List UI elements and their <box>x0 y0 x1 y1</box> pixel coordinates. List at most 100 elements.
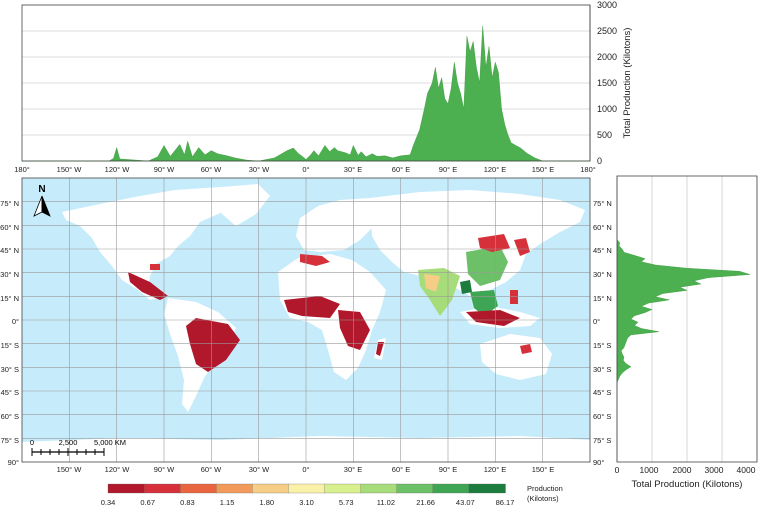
legend-swatch <box>143 483 181 494</box>
top-x-tick: 90° E <box>439 165 457 174</box>
top-chart: 0 500 1000 1500 2000 2500 3000 Total Pro… <box>14 0 633 174</box>
lat-label: 0° <box>593 317 600 326</box>
legend-title-line1: Production <box>527 484 563 493</box>
legend-break-label: 5.73 <box>339 498 354 507</box>
lat-label: 75° N <box>593 199 612 208</box>
right-chart-x-ticks: 0 1000 2000 3000 4000 <box>615 465 756 475</box>
top-y-tick-500: 500 <box>597 130 612 140</box>
world-map: 75° N 60° N 45° N 30° N 15° N 0° 15° S 3… <box>0 177 612 474</box>
lat-label: 30° S <box>593 365 611 374</box>
legend-break-label: 21.66 <box>416 498 435 507</box>
top-x-tick: 60° E <box>392 165 410 174</box>
top-x-tick: 0° <box>302 165 309 174</box>
legend-swatch <box>180 483 217 494</box>
top-x-tick: 120° E <box>484 165 507 174</box>
legend-title-line2: (Kilotons) <box>527 494 559 503</box>
top-y-tick-2500: 2500 <box>597 26 617 36</box>
lon-label: 120° W <box>105 465 131 474</box>
patch-philippines <box>510 290 518 304</box>
scale-label-5000-km: 5,000 KM <box>94 438 126 447</box>
figure-canvas: 0 500 1000 1500 2000 2500 3000 Total Pro… <box>0 0 758 507</box>
legend-break-label: 1.80 <box>259 498 274 507</box>
map-lat-labels-right: 75° N 60° N 45° N 30° N 15° N 0° 15° S 3… <box>593 199 612 467</box>
lat-label: 75° S <box>593 436 611 445</box>
lat-label: 60° N <box>0 223 19 232</box>
map-lat-labels-left: 75° N 60° N 45° N 30° N 15° N 0° 15° S 3… <box>0 199 19 467</box>
scale-label-2500: 2,500 <box>59 438 78 447</box>
right-chart-area-series <box>616 176 751 462</box>
lat-label: 75° N <box>0 199 19 208</box>
top-y-tick-1000: 1000 <box>597 104 617 114</box>
legend-swatches <box>107 483 506 494</box>
lat-label: 45° N <box>0 246 19 255</box>
north-arrow-label: N <box>38 184 45 195</box>
lat-label: 30° N <box>593 270 612 279</box>
top-x-tick: 180° <box>580 165 596 174</box>
right-x-tick: 2000 <box>673 465 692 475</box>
top-x-tick: 150° W <box>57 165 83 174</box>
right-x-tick: 4000 <box>737 465 756 475</box>
legend-swatch <box>324 483 362 494</box>
lon-label: 60° E <box>392 465 410 474</box>
legend-break-label: 11.02 <box>377 498 395 507</box>
top-y-tick-1500: 1500 <box>597 78 617 88</box>
top-chart-x-ticks: 180° 150° W 120° W 90° W 60° W 30° W 0° … <box>14 165 596 174</box>
lon-label: 120° E <box>484 465 507 474</box>
legend-break-label: 0.67 <box>140 498 155 507</box>
figure: 0 500 1000 1500 2000 2500 3000 Total Pro… <box>0 0 760 507</box>
top-x-tick: 30° W <box>249 165 270 174</box>
lon-label: 150° E <box>532 465 555 474</box>
top-x-tick: 30° E <box>344 165 362 174</box>
lat-label: 15° S <box>593 341 611 350</box>
legend-break-label: 0.34 <box>101 498 116 507</box>
top-x-tick: 150° E <box>532 165 555 174</box>
top-chart-y-axis-label: Total Production (Kilotons) <box>622 28 633 139</box>
lat-label: 45° S <box>1 388 19 397</box>
legend-swatch <box>468 483 506 494</box>
lat-label: 45° N <box>593 246 612 255</box>
top-y-tick-2000: 2000 <box>597 52 617 62</box>
top-chart-area-series <box>22 25 590 162</box>
right-chart: 0 1000 2000 3000 4000 Total Production (… <box>615 175 758 490</box>
scale-label-0: 0 <box>30 438 34 447</box>
top-chart-gridlines <box>22 4 590 136</box>
lon-label: 30° E <box>344 465 362 474</box>
lon-label: 30° W <box>249 465 270 474</box>
right-x-tick: 0 <box>615 465 620 475</box>
top-x-tick: 120° W <box>105 165 131 174</box>
top-x-tick: 60° W <box>201 165 222 174</box>
lon-label: 90° E <box>439 465 457 474</box>
right-chart-gridlines <box>651 176 758 462</box>
legend-break-label: 3.10 <box>299 498 314 507</box>
lat-label: 90° <box>593 458 604 467</box>
lat-label: 60° N <box>593 223 612 232</box>
right-x-tick: 3000 <box>705 465 724 475</box>
legend-swatch <box>360 483 398 494</box>
lat-label: 15° N <box>0 294 19 303</box>
top-x-tick: 90° W <box>154 165 175 174</box>
legend-swatch <box>252 483 290 494</box>
lat-label: 15° S <box>1 341 19 350</box>
lat-label: 75° S <box>1 436 19 445</box>
map-lon-labels: 150° W 120° W 90° W 60° W 30° W 0° 30° E… <box>57 465 555 474</box>
lat-label: 45° S <box>593 388 611 397</box>
lon-label: 60° W <box>201 465 222 474</box>
legend: 0.34 0.67 0.83 1.15 1.80 3.10 5.73 11.02 21.66 43… <box>101 483 563 507</box>
right-chart-x-axis-label: Total Production (Kilotons) <box>632 479 743 490</box>
legend-swatch <box>396 483 434 494</box>
right-x-tick: 1000 <box>640 465 659 475</box>
lat-label: 30° S <box>1 365 19 374</box>
legend-swatch <box>432 483 470 494</box>
lon-label: 0° <box>302 465 309 474</box>
lat-label: 0° <box>12 317 19 326</box>
patch-usa-south <box>150 264 160 270</box>
top-y-tick-0: 0 <box>597 156 602 166</box>
legend-break-labels: 0.34 0.67 0.83 1.15 1.80 3.10 5.73 11.02 21.66 43… <box>101 498 515 507</box>
lat-label: 15° N <box>593 294 612 303</box>
legend-swatch <box>288 483 326 494</box>
legend-swatch <box>216 483 254 494</box>
lat-label: 90° <box>8 458 19 467</box>
legend-break-label: 0.83 <box>180 498 195 507</box>
lat-label: 60° S <box>593 412 611 421</box>
top-x-tick: 180° <box>14 165 30 174</box>
